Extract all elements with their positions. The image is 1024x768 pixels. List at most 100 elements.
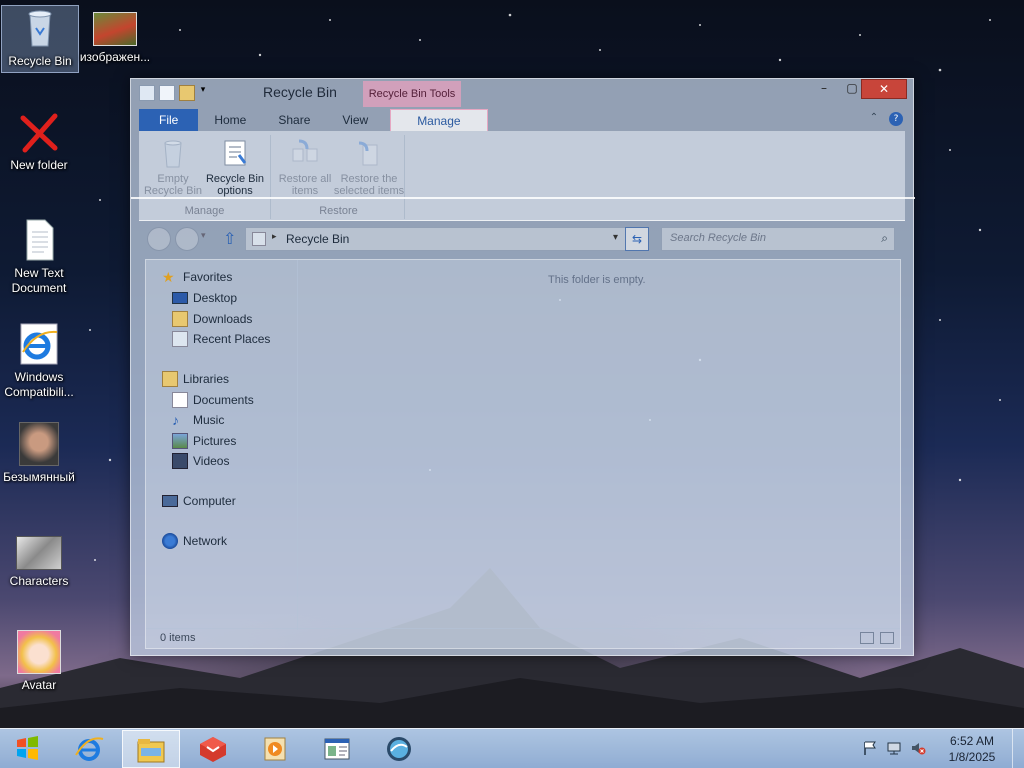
volume-muted-icon[interactable] [910, 740, 926, 756]
recycle-bin-options-button[interactable]: Recycle Bin options [203, 137, 267, 197]
chevron-down-icon[interactable]: ▾ [199, 85, 207, 101]
nav-item-music[interactable]: ♪ Music [172, 411, 224, 429]
nav-item-documents[interactable]: Documents [172, 391, 254, 409]
desktop-icon-label: New Text Document [11, 266, 67, 295]
address-dropdown-icon[interactable]: ▾ [613, 232, 618, 243]
nav-item-pictures[interactable]: Pictures [172, 432, 236, 450]
minimize-ribbon-icon[interactable]: ⌃ [867, 112, 881, 126]
nav-label: Videos [193, 454, 230, 468]
start-button[interactable] [0, 729, 54, 768]
taskbar-internet-explorer[interactable] [60, 730, 118, 768]
restore-selected-items-button[interactable]: Restore the selected items [333, 137, 405, 197]
explorer-window: ▾ Recycle Bin Tools Recycle Bin – ▢ ✕ Fi… [130, 78, 915, 656]
recent-locations-icon[interactable]: ▾ [201, 231, 206, 241]
nav-item-desktop[interactable]: Desktop [172, 289, 237, 307]
desktop-icon-label: изображен... [79, 50, 151, 64]
photo-thumbnail-icon [19, 422, 59, 466]
nav-item-computer[interactable]: Computer [162, 492, 236, 510]
search-icon[interactable]: ⌕ [881, 231, 888, 246]
tab-share[interactable]: Share [262, 109, 326, 131]
empty-recycle-bin-button[interactable]: Empty Recycle Bin [141, 137, 205, 197]
desktop-icon-avatar[interactable]: Avatar [0, 630, 78, 693]
window-titlebar[interactable]: ▾ Recycle Bin Tools Recycle Bin – ▢ ✕ [131, 79, 913, 109]
system-clock[interactable]: 6:52 AM 1/8/2025 [936, 733, 1008, 765]
window-title: Recycle Bin [263, 84, 337, 100]
tab-manage[interactable]: Manage [390, 109, 488, 131]
red-x-icon [17, 110, 61, 154]
nav-item-favorites[interactable]: ★ Favorites [162, 268, 232, 286]
refresh-button[interactable]: ⇆ [625, 227, 649, 251]
desktop-icon-label: New folder [10, 158, 68, 172]
recycle-bin-options-icon [219, 137, 251, 169]
desktop-icon-image[interactable]: изображен... [76, 12, 154, 65]
window-menu-icon[interactable] [139, 85, 155, 101]
nav-item-network[interactable]: Network [162, 532, 227, 550]
nav-item-downloads[interactable]: Downloads [172, 310, 252, 328]
desktop-icon-windows-compatibility[interactable]: Windows Compatibili... [0, 322, 78, 400]
new-folder-qat-icon[interactable] [179, 85, 195, 101]
details-view-icon[interactable] [860, 632, 874, 644]
ribbon-tabs: File Home Share View Manage [139, 109, 905, 131]
restore-selected-items-label: Restore the selected items [333, 173, 405, 197]
search-placeholder: Search Recycle Bin [670, 232, 766, 244]
clock-date: 1/8/2025 [948, 750, 996, 764]
taskbar: 6:52 AM 1/8/2025 [0, 728, 1024, 768]
tab-file[interactable]: File [139, 109, 199, 131]
help-icon[interactable]: ? [889, 112, 903, 126]
close-button[interactable]: ✕ [861, 79, 907, 99]
ribbon-controls: ⌃ ? [867, 112, 903, 126]
address-bar[interactable]: ▸ Recycle Bin ▾ [245, 227, 649, 251]
view-buttons [860, 632, 894, 644]
navigation-bar: ▾ ⇧ ▸ Recycle Bin ▾ ⇆ Search Recycle Bin… [139, 225, 905, 253]
back-button[interactable] [147, 227, 171, 251]
breadcrumb-arrow-icon[interactable]: ▸ [272, 232, 277, 242]
ribbon-group-manage: Empty Recycle Bin Recycle Bin options Ma… [139, 135, 271, 219]
desktop-icon-new-folder[interactable]: New folder [0, 110, 78, 173]
taskbar-media-player[interactable] [246, 730, 304, 768]
documents-icon [172, 392, 188, 408]
computer-icon [162, 495, 178, 507]
desktop-icon-new-text-document[interactable]: New Text Document [0, 218, 78, 296]
network-tray-icon[interactable] [886, 740, 902, 756]
taskbar-window-app[interactable] [308, 730, 366, 768]
minimize-button[interactable]: – [811, 79, 837, 99]
action-center-flag-icon[interactable] [862, 740, 878, 756]
nav-label: Network [183, 534, 228, 548]
desktop-icon-label: Recycle Bin [8, 54, 72, 68]
nav-label: Pictures [193, 434, 237, 448]
large-icons-view-icon[interactable] [880, 632, 894, 644]
taskbar-globe-app[interactable] [370, 730, 428, 768]
nav-item-libraries[interactable]: Libraries [162, 370, 229, 388]
divider-line [131, 197, 915, 199]
nav-item-recent-places[interactable]: Recent Places [172, 330, 270, 348]
tab-home[interactable]: Home [198, 109, 262, 131]
nav-label: Downloads [193, 312, 253, 326]
taskbar-red-cube-app[interactable] [184, 730, 242, 768]
internet-explorer-icon [73, 733, 105, 765]
desktop-icon-label: Безымянный [3, 470, 75, 484]
image-thumbnail-icon [93, 12, 137, 46]
system-tray [862, 740, 926, 756]
taskbar-file-explorer[interactable] [122, 730, 180, 768]
properties-icon[interactable] [159, 85, 175, 101]
nav-label: Music [193, 413, 225, 427]
ribbon-group-restore: Restore all items Restore the selected i… [273, 135, 405, 219]
tab-view[interactable]: View [326, 109, 384, 131]
search-box[interactable]: Search Recycle Bin ⌕ [661, 227, 895, 251]
restore-all-icon [289, 137, 321, 169]
desktop-icon-bezymyanny[interactable]: Безымянный [0, 422, 78, 485]
recent-places-icon [172, 331, 188, 347]
restore-all-items-button[interactable]: Restore all items [273, 137, 337, 197]
nav-item-videos[interactable]: Videos [172, 452, 229, 470]
empty-recycle-bin-label: Empty Recycle Bin [143, 173, 203, 197]
clock-time: 6:52 AM [949, 734, 995, 748]
forward-button[interactable] [175, 227, 199, 251]
nav-label: Desktop [193, 291, 238, 305]
show-desktop-button[interactable] [1012, 729, 1024, 768]
up-arrow-icon[interactable]: ⇧ [223, 229, 236, 248]
star-icon: ★ [162, 269, 175, 285]
desktop-icon-characters[interactable]: Characters [0, 536, 78, 589]
red-cube-app-icon [197, 733, 229, 765]
avatar-image-icon [17, 630, 61, 674]
desktop-icon-recycle-bin[interactable]: Recycle Bin [1, 5, 79, 73]
